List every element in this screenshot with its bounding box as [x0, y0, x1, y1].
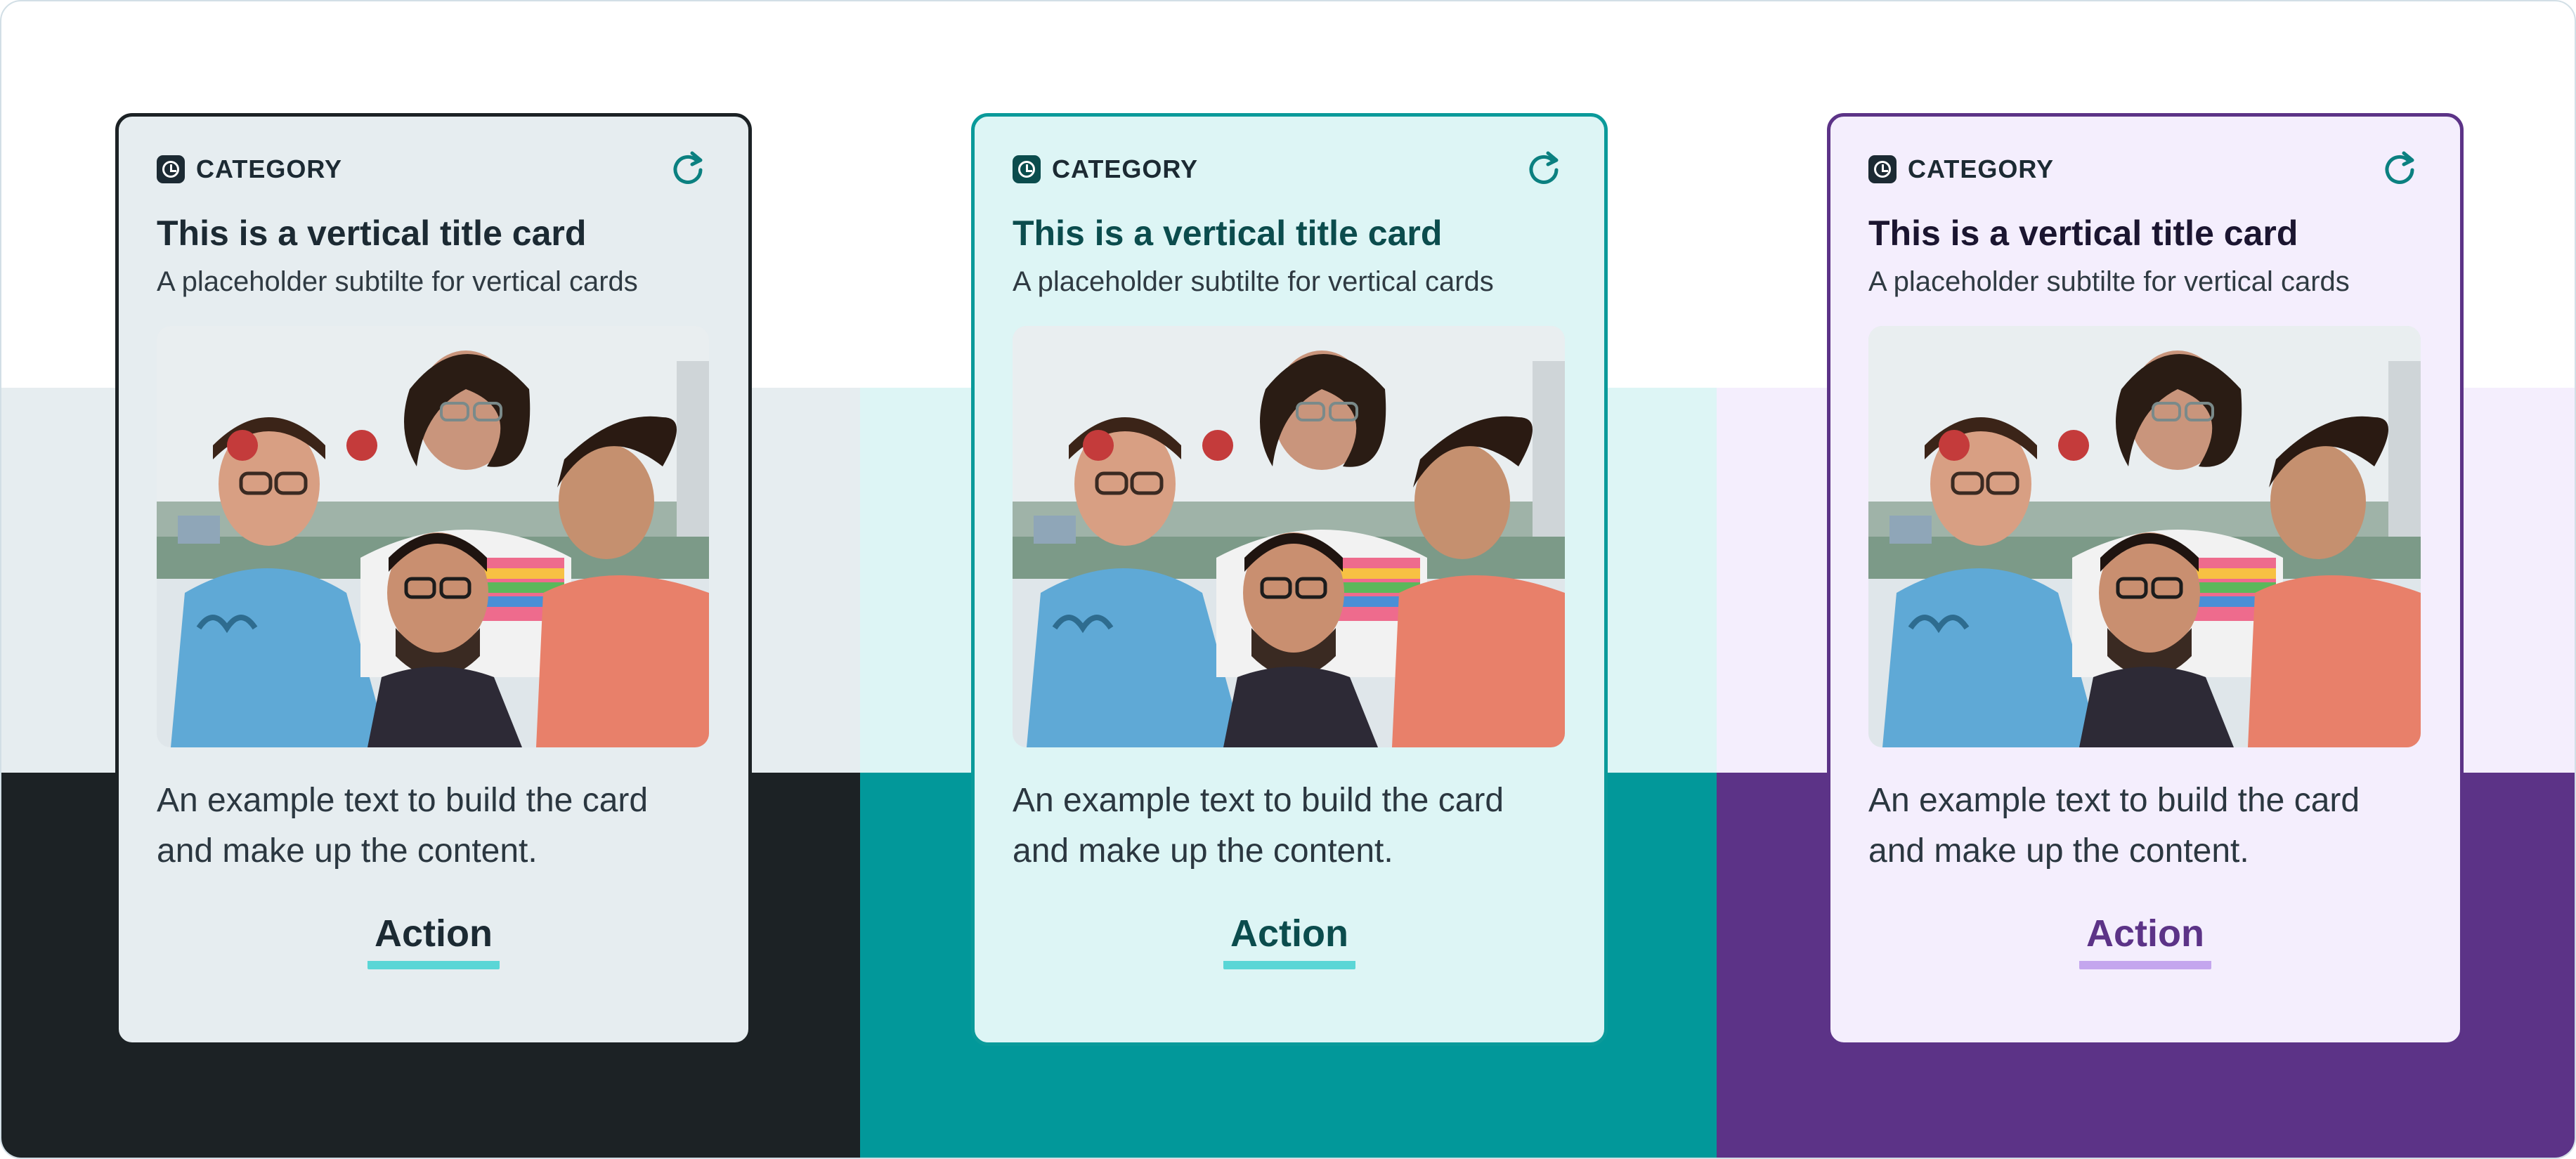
card-body-text: An example text to build the card and ma…	[1013, 782, 1504, 870]
card-subtitle: A placeholder subtilte for vertical card…	[157, 266, 638, 297]
showcase-frame: CATEGORY This is a vertical title card A…	[0, 0, 2576, 1159]
card-body-text: An example text to build the card and ma…	[1868, 782, 2360, 870]
clock-badge-icon	[1013, 155, 1041, 183]
clock-badge-icon	[1868, 155, 1897, 183]
card-header: CATEGORY	[1013, 151, 1566, 215]
action-wrapper: Action	[157, 912, 710, 969]
card-title: This is a vertical title card	[157, 214, 587, 253]
card-neutral: CATEGORY This is a vertical title card A…	[115, 113, 752, 1046]
card-photo	[1868, 326, 2421, 747]
refresh-icon[interactable]	[2377, 146, 2422, 191]
card-photo	[1013, 326, 1565, 747]
clock-badge-icon	[157, 155, 185, 183]
card-header: CATEGORY	[157, 151, 710, 215]
action-wrapper: Action	[1013, 912, 1566, 969]
refresh-icon[interactable]	[665, 146, 710, 191]
category-row: CATEGORY	[1013, 155, 1198, 184]
category-label: CATEGORY	[196, 155, 343, 183]
card-teal: CATEGORY This is a vertical title card A…	[971, 113, 1608, 1046]
action-link[interactable]: Action	[367, 912, 500, 969]
card-header: CATEGORY	[1868, 151, 2422, 215]
card-subtitle: A placeholder subtilte for vertical card…	[1868, 266, 2350, 297]
category-row: CATEGORY	[157, 155, 342, 184]
category-row: CATEGORY	[1868, 155, 2054, 184]
card-photo	[157, 326, 709, 747]
category-label: CATEGORY	[1908, 155, 2055, 183]
refresh-icon[interactable]	[1521, 146, 1566, 191]
card-body-text: An example text to build the card and ma…	[157, 782, 649, 870]
card-purple: CATEGORY This is a vertical title card A…	[1827, 113, 2464, 1046]
card-title: This is a vertical title card	[1868, 214, 2298, 253]
action-wrapper: Action	[1868, 912, 2422, 969]
card-title: This is a vertical title card	[1013, 214, 1443, 253]
action-link[interactable]: Action	[1223, 912, 1355, 969]
action-link[interactable]: Action	[2079, 912, 2211, 969]
category-label: CATEGORY	[1052, 155, 1199, 183]
card-subtitle: A placeholder subtilte for vertical card…	[1013, 266, 1494, 297]
